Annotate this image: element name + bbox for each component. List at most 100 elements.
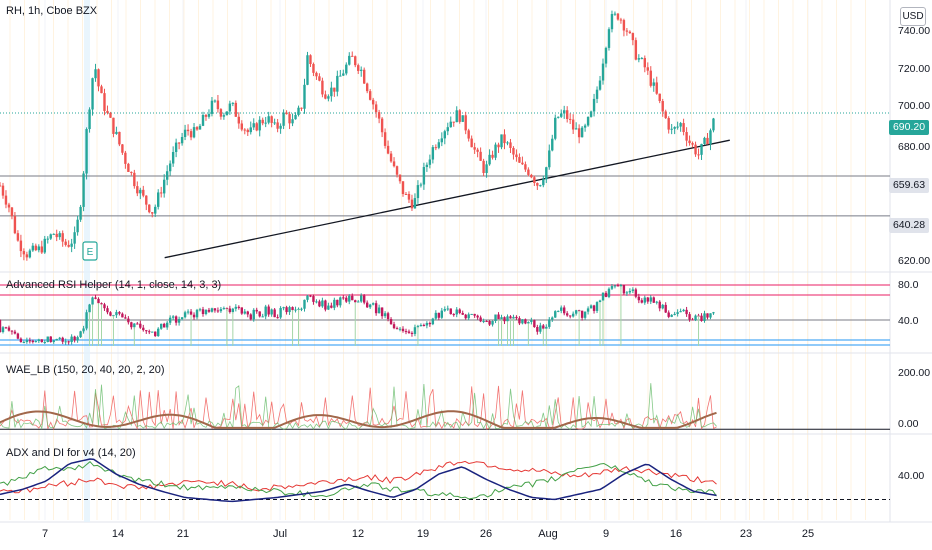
rsi-candle-body xyxy=(560,307,563,311)
rsi-candle-body xyxy=(294,309,297,311)
candle-body xyxy=(210,100,214,114)
candle-body xyxy=(70,243,73,247)
candle-body xyxy=(571,119,575,130)
candle-body xyxy=(234,102,238,117)
candle-body xyxy=(682,123,685,133)
rsi-candle-body xyxy=(416,326,420,328)
rsi-candle-body xyxy=(336,299,339,306)
candle-body xyxy=(52,233,55,235)
trendline xyxy=(164,139,730,259)
rsi-candle-body xyxy=(324,300,327,310)
candle-body xyxy=(1,185,5,196)
candle-body xyxy=(452,121,455,123)
rsi-candle-body xyxy=(551,317,554,320)
rsi-candle-body xyxy=(530,320,533,322)
rsi-candle-body xyxy=(461,312,464,315)
rsi-candle-body xyxy=(613,285,617,287)
candle-body xyxy=(476,149,479,152)
adx-panel-title: ADX and DI for v4 (14, 20) xyxy=(6,447,136,459)
candle-body xyxy=(31,245,35,251)
rsi-candle-body xyxy=(598,300,602,303)
candle-body xyxy=(351,55,354,57)
candle-body xyxy=(207,113,211,117)
rsi-candle-body xyxy=(628,290,632,293)
rsi-candle-body xyxy=(413,327,417,334)
rsi-candle-body xyxy=(524,319,527,324)
candle-body xyxy=(407,194,411,200)
candle-body xyxy=(539,185,542,187)
rsi-candle-body xyxy=(327,305,330,310)
rsi-candle-body xyxy=(154,331,157,337)
wae-tick-0: 0.00 xyxy=(898,418,919,430)
candle-body xyxy=(246,129,249,133)
rsi-candle-body xyxy=(4,327,8,329)
candle-body xyxy=(318,76,321,81)
rsi-candle-body xyxy=(365,302,369,308)
candle-body xyxy=(488,154,491,165)
candle-body xyxy=(249,127,252,133)
candle-body xyxy=(607,29,611,48)
rsi-candle-body xyxy=(133,323,136,328)
candle-body xyxy=(261,119,264,124)
wae-panel-title: WAE_LB (150, 20, 40, 20, 2, 20) xyxy=(6,364,165,376)
rsi-candle-body xyxy=(595,302,599,311)
rsi-candle-body xyxy=(640,300,644,303)
rsi-candle-body xyxy=(183,312,187,318)
candle-body xyxy=(625,30,629,32)
rsi-candle-body xyxy=(440,310,444,318)
candle-body xyxy=(79,206,82,220)
rsi-candle-body xyxy=(601,292,605,301)
rsi-candle-body xyxy=(115,312,118,316)
rsi-candle-body xyxy=(267,306,270,315)
rsi-candle-body xyxy=(73,336,76,341)
candle-body xyxy=(634,40,638,60)
candle-body xyxy=(524,164,527,170)
rsi-candle-body xyxy=(345,297,348,302)
candle-body xyxy=(148,204,151,213)
rsi-candle-body xyxy=(258,311,261,317)
candle-body xyxy=(592,98,596,112)
rsi-candle-body xyxy=(592,305,596,311)
rsi-candle-body xyxy=(380,307,384,317)
x-tick-14: 14 xyxy=(111,528,125,540)
rsi-candle-body xyxy=(109,312,112,316)
candle-body xyxy=(136,186,139,194)
chart-canvas[interactable]: E xyxy=(0,0,932,550)
rsi-candle-body xyxy=(300,308,303,310)
candle-body xyxy=(64,241,67,245)
candle-body xyxy=(180,136,184,144)
candle-body xyxy=(557,116,560,118)
rsi-candle-body xyxy=(145,330,148,332)
candle-body xyxy=(670,128,673,130)
rsi-candle-body xyxy=(568,315,572,317)
chart-title: RH, 1h, Cboe BZX xyxy=(6,5,98,17)
candle-body xyxy=(563,110,566,114)
rsi-candle-body xyxy=(661,304,664,309)
candle-body xyxy=(509,142,512,148)
rsi-candle-body xyxy=(536,327,539,332)
rsi-candle-body xyxy=(637,296,641,301)
candle-body xyxy=(619,19,623,21)
price-tick-720: 720.00 xyxy=(898,63,931,75)
rsi-candle-body xyxy=(282,307,285,309)
rsi-candle-body xyxy=(360,295,363,302)
candle-body xyxy=(658,93,661,102)
rsi-candle-body xyxy=(607,288,611,297)
rsi-candle-body xyxy=(667,312,670,317)
rsi-candle-body xyxy=(10,330,14,332)
rsi-candle-body xyxy=(580,310,584,318)
price-tick-620: 620.00 xyxy=(898,255,931,267)
currency-button[interactable]: USD xyxy=(900,7,926,26)
candle-body xyxy=(100,86,103,94)
candle-body xyxy=(362,69,366,84)
candle-body xyxy=(548,150,551,168)
candle-body xyxy=(530,174,533,178)
rsi-candle-body xyxy=(204,309,208,315)
rsi-candle-body xyxy=(243,311,246,314)
candle-body xyxy=(264,122,267,124)
rsi-candle-body xyxy=(455,309,458,315)
candle-body xyxy=(67,244,70,247)
rsi-candle-body xyxy=(470,313,473,315)
candle-body xyxy=(324,94,327,99)
rsi-candle-body xyxy=(216,310,220,312)
